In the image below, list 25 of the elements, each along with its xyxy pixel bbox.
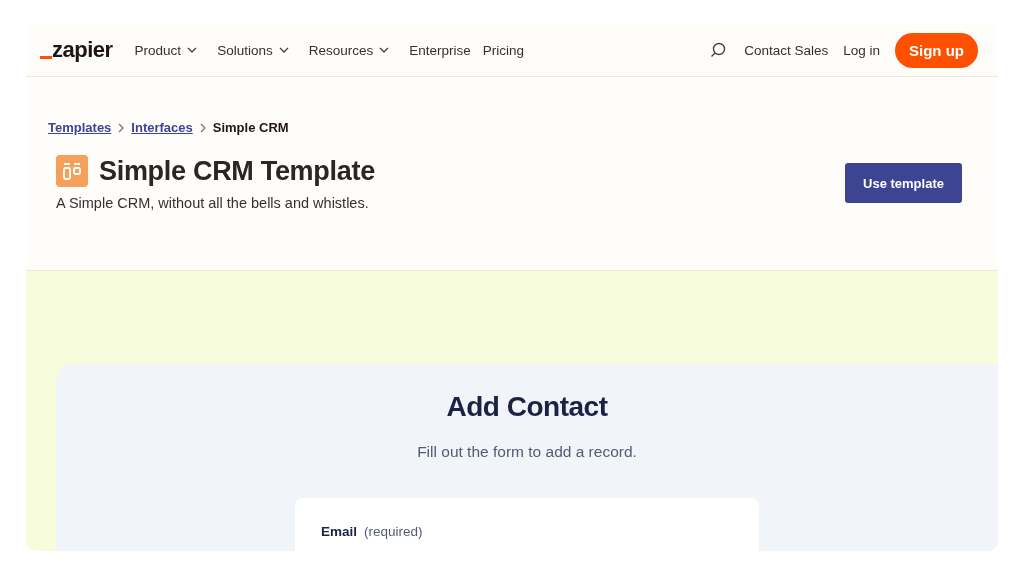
nav-link[interactable]: Enterprise — [409, 42, 471, 58]
search-icon[interactable] — [710, 42, 727, 58]
zapier-logo[interactable]: zapier — [40, 37, 113, 63]
page-description: A Simple CRM, without all the bells and whistles. — [56, 195, 370, 211]
nav-menu[interactable]: Resources — [308, 42, 390, 58]
caret-icon — [379, 47, 390, 53]
caret-icon — [187, 47, 198, 53]
field-note: (required) — [364, 524, 423, 539]
field-label: Email — [321, 524, 358, 539]
breadcrumb-link[interactable]: Templates — [48, 120, 112, 135]
form-subtitle: Fill out the form to add a record. — [417, 443, 637, 461]
nav-link[interactable]: Contact Sales — [744, 42, 829, 58]
use-template-button[interactable]: Use template — [845, 163, 962, 203]
breadcrumb-current: Simple CRM — [212, 120, 289, 135]
caret-icon — [278, 47, 289, 53]
page-title: Simple CRM Template — [99, 155, 375, 187]
nav-menu[interactable]: Solutions — [217, 42, 289, 58]
chevron-icon — [118, 122, 125, 133]
nav-link[interactable]: Pricing — [482, 42, 524, 58]
nav-menu[interactable]: Product — [134, 42, 198, 58]
form-title: Add Contact — [446, 391, 608, 423]
breadcrumb-link[interactable]: Interfaces — [131, 120, 193, 135]
nav-link[interactable]: Log in — [843, 42, 880, 58]
chevron-icon — [199, 122, 206, 133]
template-icon — [56, 155, 88, 187]
